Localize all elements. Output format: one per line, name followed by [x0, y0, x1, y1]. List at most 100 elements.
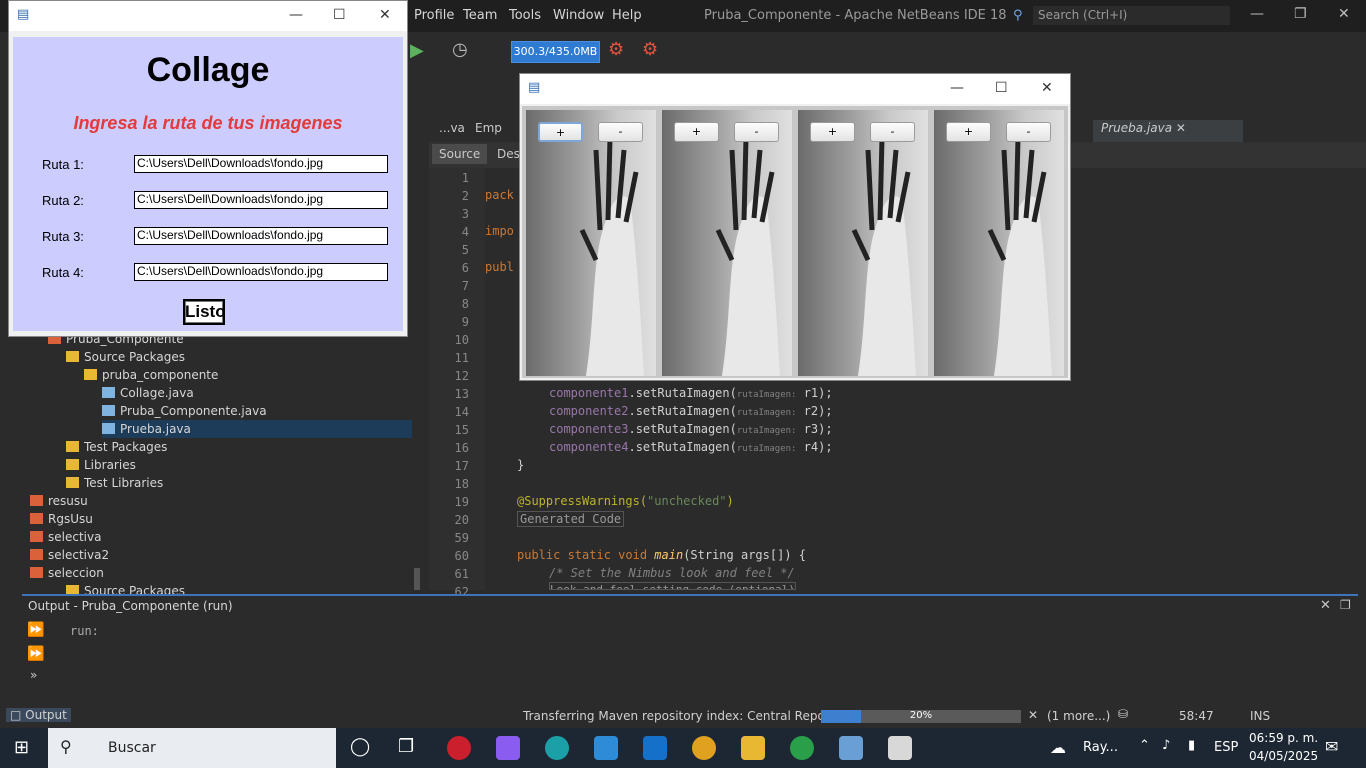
close-icon[interactable]: ✕ — [1320, 598, 1331, 613]
zoom-out-button-3[interactable]: - — [870, 122, 915, 142]
tree-item[interactable]: RgsUsu — [30, 510, 93, 528]
tree-item-label: Collage.java — [120, 386, 194, 400]
zoom-out-button-1[interactable]: - — [598, 122, 643, 142]
tab-2[interactable]: Emp — [475, 121, 502, 135]
close-button[interactable]: ✕ — [1338, 6, 1350, 22]
restore-icon[interactable]: ❐ — [1340, 598, 1351, 612]
look-feel-fold[interactable]: Look and feel setting code (optional) — [549, 582, 797, 590]
line-number: 16 — [454, 441, 469, 455]
tree-item[interactable]: Pruba_Componente.java — [102, 402, 267, 420]
code-token: @SuppressWarnings( — [517, 494, 648, 508]
minimize-button[interactable]: — — [1250, 6, 1264, 22]
tab-1[interactable]: ...va — [439, 121, 465, 135]
arm-shape — [722, 196, 780, 376]
tree-item[interactable]: resusu — [30, 492, 88, 510]
tree-item[interactable]: Test Packages — [66, 438, 167, 456]
tree-item[interactable]: seleccion — [30, 564, 104, 582]
tab-prueba-java[interactable]: Prueba.java ✕ — [1093, 120, 1243, 142]
run-icon[interactable]: ▶ — [410, 40, 424, 61]
tree-item[interactable]: Libraries — [66, 456, 136, 474]
search-input[interactable]: Search (Ctrl+I) — [1033, 6, 1230, 25]
code-token: .setRutaImagen( — [628, 386, 737, 400]
weather-icon[interactable]: ☁ — [1050, 738, 1066, 757]
clock-time[interactable]: 06:59 p. m. — [1249, 731, 1318, 745]
cancel-icon[interactable]: ✕ — [1028, 708, 1038, 722]
code-line-4: impo — [485, 224, 514, 238]
rerun-icon[interactable]: ⏩ — [27, 622, 44, 638]
chevron-up-icon[interactable]: ⌃ — [1139, 738, 1150, 753]
menu-window[interactable]: Window — [553, 8, 604, 23]
zoom-in-button-4[interactable]: + — [946, 122, 991, 142]
ruta-4-input[interactable]: C:\Users\Dell\Downloads\fondo.jpg — [134, 263, 388, 281]
ruta-2-input[interactable]: C:\Users\Dell\Downloads\fondo.jpg — [134, 191, 388, 209]
volume-icon[interactable]: ♪ — [1162, 738, 1170, 753]
minimize-button[interactable]: — — [950, 80, 964, 96]
close-button[interactable]: ✕ — [379, 7, 391, 23]
ruta-1-input[interactable]: C:\Users\Dell\Downloads\fondo.jpg — [134, 155, 388, 173]
file-explorer-icon[interactable] — [741, 736, 765, 760]
code-token: r4); — [796, 440, 833, 454]
minimize-button[interactable]: — — [289, 7, 303, 23]
edge-icon[interactable] — [545, 736, 569, 760]
output-tab[interactable]: □ Output — [6, 708, 71, 722]
source-tab[interactable]: Source — [432, 144, 488, 164]
zoom-out-button-4[interactable]: - — [1006, 122, 1051, 142]
generated-code-fold[interactable]: Generated Code — [517, 511, 625, 527]
maximize-button[interactable]: ☐ — [995, 80, 1008, 96]
opera-icon[interactable] — [447, 736, 471, 760]
code-line-14: componente2.setRutaImagen(rutaImagen: r2… — [549, 404, 833, 418]
tree-scrollbar[interactable] — [414, 568, 420, 590]
close-icon[interactable]: ✕ — [1176, 121, 1186, 135]
maximize-button[interactable]: ☐ — [333, 7, 346, 23]
menu-profile[interactable]: Profile — [414, 8, 454, 23]
code-token: .setRutaImagen( — [628, 422, 737, 436]
netbeans-icon[interactable] — [839, 736, 863, 760]
zoom-in-button-3[interactable]: + — [810, 122, 855, 142]
tree-item[interactable]: pruba_componente — [84, 366, 218, 384]
windows-start-icon[interactable]: ⊞ — [14, 737, 29, 758]
store-icon[interactable] — [594, 736, 618, 760]
menu-help[interactable]: Help — [612, 8, 642, 23]
gc2-icon[interactable]: ⚙ — [642, 39, 658, 60]
clock-date[interactable]: 04/05/2025 — [1249, 749, 1318, 763]
close-button[interactable]: ✕ — [1041, 80, 1053, 96]
listo-button[interactable]: Listo — [183, 299, 226, 325]
chrome-profile-icon[interactable] — [790, 736, 814, 760]
zoom-in-button-1[interactable]: + — [538, 122, 583, 142]
tree-item[interactable]: Collage.java — [102, 384, 194, 402]
copilot-icon[interactable] — [496, 736, 520, 760]
weather-label[interactable]: Ray... — [1083, 740, 1118, 755]
task-view-icon[interactable]: ❐ — [398, 736, 414, 757]
menu-team[interactable]: Team — [463, 8, 497, 23]
notifications-icon[interactable]: ✉ — [1325, 737, 1338, 756]
tree-item-label: Test Libraries — [84, 476, 164, 490]
tree-item[interactable]: selectiva2 — [30, 546, 109, 564]
ruta-3-input[interactable]: C:\Users\Dell\Downloads\fondo.jpg — [134, 227, 388, 245]
rerun-debug-icon[interactable]: ⏩ — [27, 646, 44, 662]
tree-item[interactable]: selectiva — [30, 528, 101, 546]
maximize-button[interactable]: ❐ — [1294, 6, 1307, 22]
notification-icon[interactable]: ⛁ — [1118, 707, 1128, 721]
menu-tools[interactable]: Tools — [509, 8, 541, 23]
more-tasks[interactable]: (1 more...) — [1047, 709, 1110, 723]
tree-item[interactable]: Test Libraries — [66, 474, 163, 492]
profile-icon[interactable]: ◷ — [452, 39, 468, 60]
zoom-out-button-2[interactable]: - — [734, 122, 779, 142]
cortana-icon[interactable]: ◯ — [350, 736, 370, 757]
collage-form: Collage Ingresa la ruta de tus imagenes … — [13, 37, 403, 331]
language-indicator[interactable]: ESP — [1214, 740, 1238, 755]
java-app-icon[interactable] — [888, 736, 912, 760]
tree-item[interactable]: Prueba.java — [102, 420, 412, 438]
chrome-icon[interactable] — [692, 736, 716, 760]
arm-shape — [858, 196, 916, 376]
outlook-icon[interactable] — [643, 736, 667, 760]
taskbar-search[interactable]: ⚲ Buscar — [48, 728, 336, 768]
zoom-in-button-2[interactable]: + — [674, 122, 719, 142]
project-icon — [30, 495, 43, 506]
battery-icon[interactable]: ▮ — [1188, 738, 1195, 753]
memory-indicator[interactable]: 300.3/435.0MB — [511, 41, 600, 63]
gc-icon[interactable]: ⚙ — [608, 39, 624, 60]
tree-item[interactable]: Source Packages — [66, 348, 185, 366]
java-icon: ▤ — [528, 80, 541, 95]
more-icon[interactable]: » — [30, 668, 37, 682]
